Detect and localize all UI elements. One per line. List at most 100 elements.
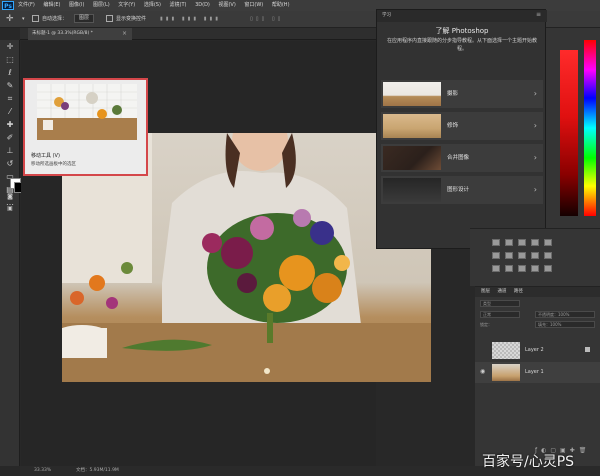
topic-thumbnail (383, 82, 441, 106)
tooltip-preview-image (37, 84, 137, 140)
curves-icon[interactable] (518, 239, 526, 246)
posterize-icon[interactable] (505, 265, 513, 272)
eyedropper-tool-icon[interactable]: ⁄ (5, 107, 15, 117)
photoshop-logo: Ps (2, 1, 14, 10)
history-brush-icon[interactable]: ↺ (5, 159, 15, 169)
color-balance-icon[interactable] (505, 252, 513, 259)
menu-items: 文件(F) 编辑(E) 图像(I) 图层(L) 文字(Y) 选择(S) 滤镜(T… (18, 0, 297, 11)
learn-topic-combine-images[interactable]: 合并图像 › (381, 144, 543, 172)
chevron-right-icon: › (533, 121, 537, 130)
hue-slider[interactable] (584, 40, 596, 216)
layer-row[interactable]: ◉ Layer 1 (475, 362, 600, 383)
menu-view[interactable]: 视图(V) (218, 2, 235, 8)
layer-thumbnail (492, 364, 520, 381)
learn-description: 在应用程序内直接跟随的分步指导教程。从下面选择一个主题开始教程。 (387, 38, 538, 52)
selective-color-icon[interactable] (544, 265, 552, 272)
healing-tool-icon[interactable]: ✚ (5, 120, 15, 130)
layer-name[interactable]: Layer 1 (525, 362, 544, 383)
topic-thumbnail (383, 178, 441, 202)
menu-file[interactable]: 文件(F) (18, 2, 35, 8)
learn-panel: 学习 ≡ 了解 Photoshop 在应用程序内直接跟随的分步指导教程。从下面选… (376, 9, 547, 249)
layer-kind-filter[interactable]: 类型 (480, 300, 520, 307)
tooltip-title: 移动工具 (V) (31, 153, 60, 159)
learn-panel-tab[interactable]: 学习 (377, 10, 547, 22)
invert-icon[interactable] (492, 265, 500, 272)
document-tab-title: 未标题-1 @ 33.3%(RGB/8) * (32, 31, 93, 36)
marquee-tool-icon[interactable]: ⬚ (5, 55, 15, 65)
tool-preset-chevron-icon[interactable]: ▾ (22, 11, 25, 28)
quick-mask-icon[interactable]: ◙ (5, 192, 15, 202)
learn-topic-retouch[interactable]: 修饰 › (381, 112, 543, 140)
chevron-right-icon: › (533, 153, 537, 162)
layer-row[interactable]: Layer 2 (475, 340, 600, 361)
auto-select-value: 图层 (74, 14, 95, 23)
move-tool-icon[interactable]: ✛ (6, 11, 14, 28)
layer-name[interactable]: Layer 2 (525, 340, 544, 361)
show-transform-checkbox[interactable] (106, 11, 115, 28)
topic-label: 图形设计 (447, 187, 470, 193)
lock-icon (585, 347, 590, 352)
menu-type[interactable]: 文字(Y) (118, 2, 135, 8)
chevron-right-icon: › (533, 185, 537, 194)
black-white-icon[interactable] (518, 252, 526, 259)
watermark-text: 百家号/心灵PS (482, 454, 575, 470)
tools-panel: ✛ ⬚ ℓ ✎ ⌗ ⁄ ✚ ✐ ⊥ ↺ ▭ ▤ … ◙ ▣ (0, 40, 25, 466)
document-tab[interactable]: 未标题-1 @ 33.3%(RGB/8) * (28, 28, 132, 40)
tooltip-description: 移动所选画板中的选区 (31, 162, 76, 167)
menu-window[interactable]: 窗口(W) (244, 2, 263, 8)
topic-label: 合并图像 (447, 155, 470, 161)
tab-paths[interactable]: 路径 (514, 289, 523, 294)
tab-layers[interactable]: 图层 (481, 289, 490, 294)
topic-label: 修饰 (447, 123, 459, 129)
brightness-icon[interactable] (492, 239, 500, 246)
channel-mixer-icon[interactable] (544, 252, 552, 259)
learn-topic-photography[interactable]: 摄影 › (381, 80, 543, 108)
exposure-icon[interactable] (531, 239, 539, 246)
stamp-tool-icon[interactable]: ⊥ (5, 146, 15, 156)
menu-filter[interactable]: 滤镜(T) (170, 2, 187, 8)
show-transform-label: 显示变换控件 (116, 16, 147, 22)
brush-tool-icon[interactable]: ✐ (5, 133, 15, 143)
photo-filter-icon[interactable] (531, 252, 539, 259)
opacity-field[interactable]: 不透明度：100% (535, 311, 595, 318)
layers-panel: 图层 通道 路径 类型 正常 不透明度：100% 锁定： 填充：100% Lay… (475, 286, 600, 466)
fill-field[interactable]: 填充：100% (535, 321, 595, 328)
lasso-tool-icon[interactable]: ℓ (5, 68, 15, 78)
menu-help[interactable]: 帮助(H) (272, 2, 290, 8)
align-icons[interactable]: ▮▮▮ ▮▮▮ ▮▮▮ (160, 11, 221, 28)
lock-label: 锁定： (480, 322, 492, 327)
menu-layer[interactable]: 图层(L) (93, 2, 110, 8)
zoom-level[interactable]: 33.33% (34, 466, 51, 476)
levels-icon[interactable] (505, 239, 513, 246)
hue-saturation-icon[interactable] (492, 252, 500, 259)
menu-3d[interactable]: 3D(D) (195, 2, 210, 8)
screen-mode-icon[interactable]: ▣ (5, 204, 15, 214)
gradient-map-icon[interactable] (531, 265, 539, 272)
menu-select[interactable]: 选择(S) (144, 2, 161, 8)
learn-topic-graphic-design[interactable]: 图形设计 › (381, 176, 543, 204)
layer-visibility-icon[interactable]: ◉ (480, 368, 485, 375)
layers-panel-tabs: 图层 通道 路径 (475, 287, 600, 297)
adjustments-panel (470, 228, 600, 286)
threshold-icon[interactable] (518, 265, 526, 272)
vibrance-icon[interactable] (544, 239, 552, 246)
quick-select-tool-icon[interactable]: ✎ (5, 81, 15, 91)
layer-thumbnail (492, 342, 520, 359)
crop-tool-icon[interactable]: ⌗ (5, 94, 15, 104)
menu-image[interactable]: 图像(I) (69, 2, 84, 8)
topic-thumbnail (383, 146, 441, 170)
document-info[interactable]: 文档：5.93M/11.9M (76, 466, 119, 476)
auto-select-checkbox[interactable] (32, 11, 41, 28)
auto-select-label: 自动选择： (42, 16, 68, 22)
chevron-right-icon: › (533, 89, 537, 98)
blend-mode-select[interactable]: 正常 (480, 311, 520, 318)
close-tab-icon[interactable]: × (122, 28, 127, 40)
topic-thumbnail (383, 114, 441, 138)
panel-menu-icon[interactable]: ≡ (536, 11, 541, 18)
distribute-icons[interactable]: ▯▯▯ ▯▯ (250, 11, 283, 28)
move-tool-icon[interactable]: ✛ (5, 42, 15, 52)
auto-select-dropdown[interactable]: 图层 (74, 11, 95, 28)
tab-channels[interactable]: 通道 (497, 289, 506, 294)
color-picker-field[interactable] (560, 50, 578, 216)
menu-edit[interactable]: 编辑(E) (43, 2, 60, 8)
